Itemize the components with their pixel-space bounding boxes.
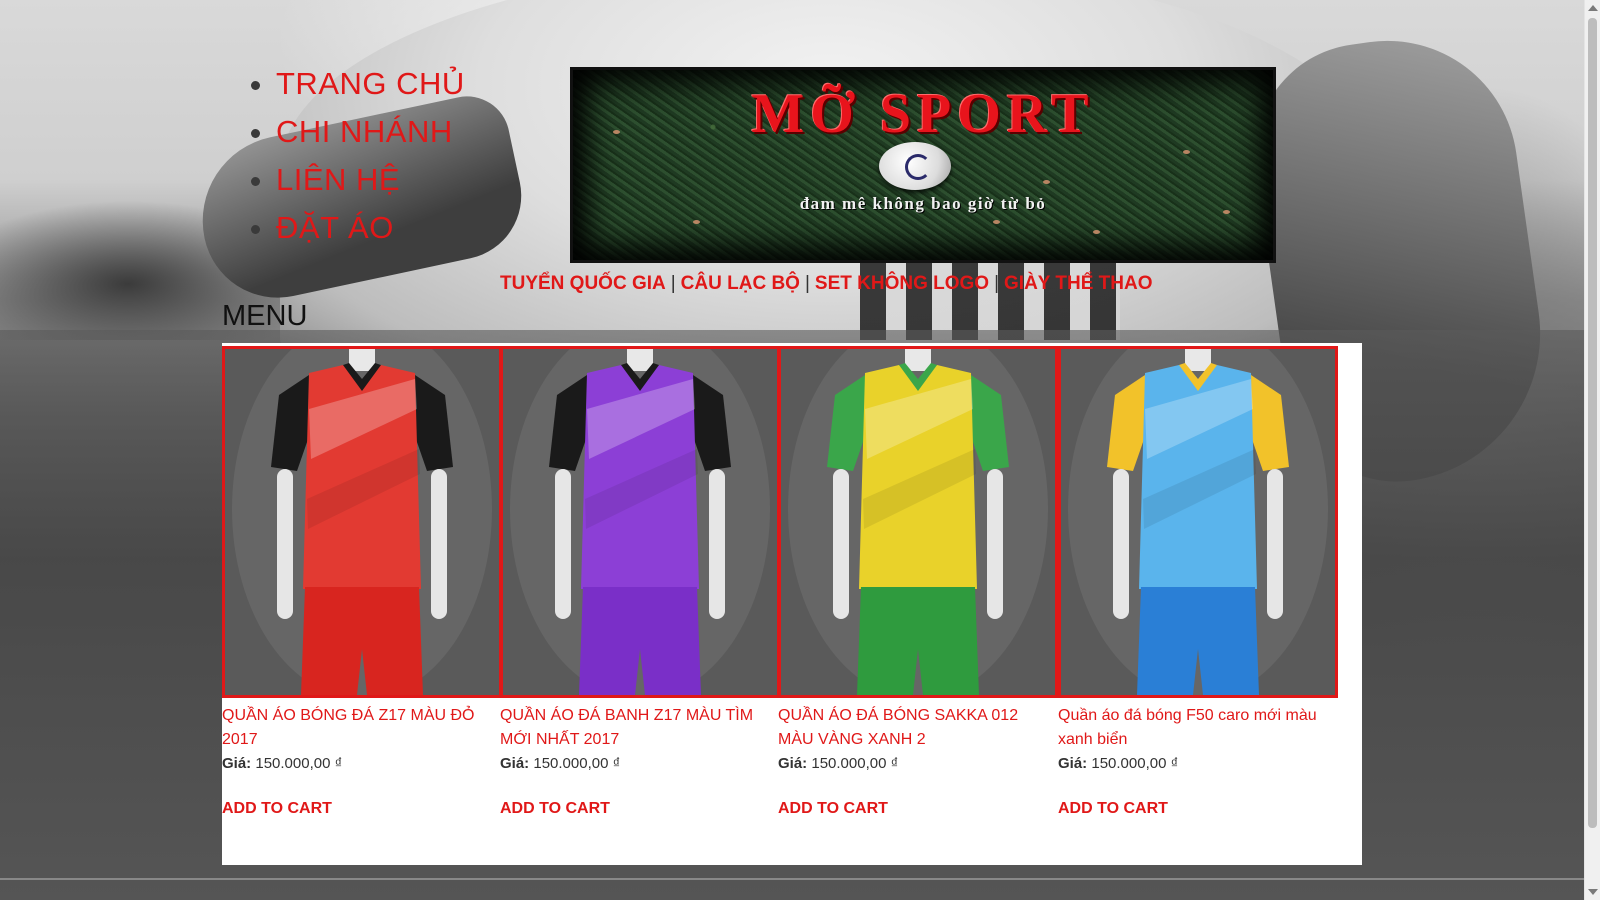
product-card: QUẦN ÁO BÓNG ĐÁ Z17 MÀU ĐỎ 2017 Giá: 150…	[222, 346, 502, 846]
kit-neck	[627, 349, 653, 371]
nav-item-label[interactable]: ĐẶT ÁO	[276, 210, 394, 245]
banner-title: MỠ SPORT	[751, 83, 1095, 145]
nav-item-dat-ao[interactable]: ĐẶT ÁO	[276, 204, 465, 252]
kit-arm-left	[555, 469, 571, 619]
price-value: 150.000,00 ₫	[255, 755, 343, 772]
product-kit-illustration	[1061, 349, 1335, 695]
banner-leaf	[1043, 180, 1050, 184]
product-name[interactable]: QUẦN ÁO ĐÁ BANH Z17 MÀU TÌM MỚI NHẤT 201…	[500, 704, 780, 752]
product-grid: QUẦN ÁO BÓNG ĐÁ Z17 MÀU ĐỎ 2017 Giá: 150…	[222, 343, 1362, 865]
kit-arm-right	[709, 469, 725, 619]
product-kit-illustration	[225, 349, 499, 695]
add-to-cart-button[interactable]: ADD TO CART	[222, 800, 502, 818]
add-to-cart-button[interactable]: ADD TO CART	[500, 800, 780, 818]
nav-item-chi-nhanh[interactable]: CHI NHÁNH	[276, 108, 465, 156]
kit-neck	[349, 349, 375, 371]
banner-leaf	[693, 220, 700, 224]
category-link-cau-lac-bo[interactable]: CÂU LẠC BỘ	[681, 273, 800, 294]
scroll-down-icon[interactable]	[1588, 889, 1598, 895]
kit-neck	[905, 349, 931, 371]
price-label: Giá:	[778, 755, 808, 772]
banner-leaf	[993, 220, 1000, 224]
price-value: 150.000,00 ₫	[1091, 755, 1179, 772]
product-name[interactable]: QUẦN ÁO ĐÁ BÓNG SAKKA 012 MÀU VÀNG XANH …	[778, 704, 1058, 752]
add-to-cart-button[interactable]: ADD TO CART	[1058, 800, 1338, 818]
product-card: Quần áo đá bóng F50 caro mới màu xanh bi…	[1058, 346, 1338, 846]
kit-arm-right	[987, 469, 1003, 619]
nav-item-lien-he[interactable]: LIÊN HỆ	[276, 156, 465, 204]
category-link-set-khong-logo[interactable]: SET KHÔNG LOGO	[815, 273, 989, 294]
kit-arm-right	[431, 469, 447, 619]
soccer-ball-icon	[879, 142, 951, 190]
category-separator: |	[994, 273, 1000, 294]
product-name[interactable]: Quần áo đá bóng F50 caro mới màu xanh bi…	[1058, 704, 1338, 752]
scroll-up-icon[interactable]	[1588, 5, 1598, 11]
product-price: Giá: 150.000,00 ₫	[1058, 752, 1338, 776]
product-price: Giá: 150.000,00 ₫	[500, 752, 780, 776]
product-card: QUẦN ÁO ĐÁ BANH Z17 MÀU TÌM MỚI NHẤT 201…	[500, 346, 780, 846]
product-price: Giá: 150.000,00 ₫	[778, 752, 1058, 776]
nav-item-trang-chu[interactable]: TRANG CHỦ	[276, 60, 465, 108]
bg-bottom-line	[0, 878, 1584, 880]
category-link-tuyen-quoc-gia[interactable]: TUYỂN QUỐC GIA	[500, 273, 666, 294]
product-image[interactable]	[222, 346, 502, 698]
product-image[interactable]	[778, 346, 1058, 698]
nav-item-label[interactable]: LIÊN HỆ	[276, 162, 400, 197]
bg-shorts-stripes	[860, 250, 1120, 340]
menu-heading: MENU	[222, 300, 308, 332]
page-scrollbar[interactable]	[1584, 0, 1600, 900]
category-separator: |	[804, 273, 810, 294]
kit-neck	[1185, 349, 1211, 371]
scrollbar-thumb[interactable]	[1588, 18, 1597, 828]
category-link-giay-the-thao[interactable]: GIÀY THỂ THAO	[1004, 273, 1153, 294]
price-value: 150.000,00 ₫	[533, 755, 621, 772]
nav-item-label[interactable]: CHI NHÁNH	[276, 114, 453, 149]
product-kit-illustration	[781, 349, 1055, 695]
product-image[interactable]	[1058, 346, 1338, 698]
price-label: Giá:	[500, 755, 530, 772]
kit-arm-left	[277, 469, 293, 619]
banner-leaf	[1183, 150, 1190, 154]
price-value: 150.000,00 ₫	[811, 755, 899, 772]
product-image[interactable]	[500, 346, 780, 698]
site-banner: MỠ SPORT đam mê không bao giờ từ bỏ	[570, 67, 1276, 263]
nav-item-label[interactable]: TRANG CHỦ	[276, 66, 465, 101]
banner-slogan: đam mê không bao giờ từ bỏ	[799, 194, 1047, 213]
product-price: Giá: 150.000,00 ₫	[222, 752, 502, 776]
kit-arm-right	[1267, 469, 1283, 619]
product-name[interactable]: QUẦN ÁO BÓNG ĐÁ Z17 MÀU ĐỎ 2017	[222, 704, 502, 752]
product-card: QUẦN ÁO ĐÁ BÓNG SAKKA 012 MÀU VÀNG XANH …	[778, 346, 1058, 846]
kit-arm-left	[1113, 469, 1129, 619]
category-separator: |	[670, 273, 676, 294]
kit-arm-left	[833, 469, 849, 619]
price-label: Giá:	[1058, 755, 1088, 772]
main-nav: TRANG CHỦ CHI NHÁNH LIÊN HỆ ĐẶT ÁO	[238, 60, 465, 252]
price-label: Giá:	[222, 755, 252, 772]
category-nav: TUYỂN QUỐC GIA | CÂU LẠC BỘ | SET KHÔNG LOGO…	[500, 273, 1153, 295]
product-kit-illustration	[503, 349, 777, 695]
add-to-cart-button[interactable]: ADD TO CART	[778, 800, 1058, 818]
banner-leaf	[1093, 230, 1100, 234]
